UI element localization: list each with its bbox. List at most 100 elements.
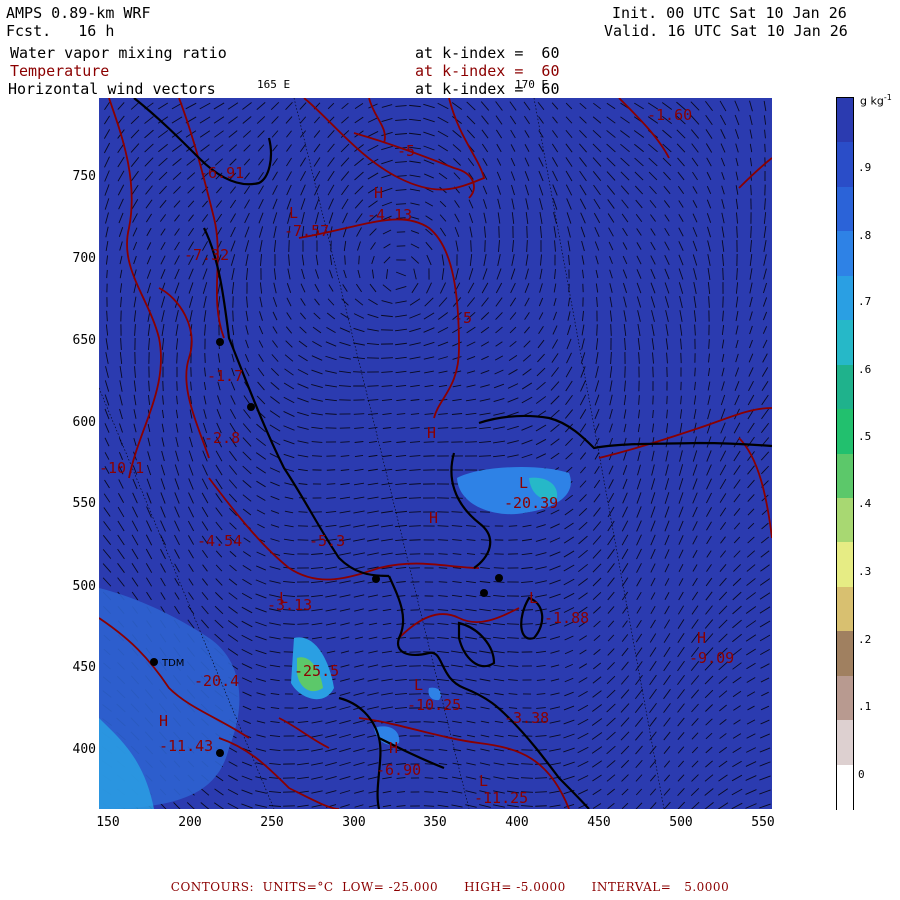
wind-vector [325,341,337,347]
wind-vector [227,788,239,796]
wind-vector [579,480,587,488]
wind-vector [215,186,223,194]
wind-vector [745,634,757,642]
wind-vector [732,747,742,753]
wind-vector [451,790,463,794]
wind-vector [452,734,462,738]
wind-vector [201,214,209,222]
wind-vector [693,310,697,322]
wind-vector [466,341,476,347]
extrema-marker: L [414,676,423,694]
wind-vector [174,520,180,532]
wind-vector [493,412,505,416]
wind-vector [242,451,252,461]
wind-vector [437,326,449,334]
wind-vector [663,674,671,686]
contour-label: -6.91 [199,164,244,182]
wind-vector [187,186,195,194]
wind-vector [507,734,519,738]
wind-vector [732,690,742,698]
wind-vector [243,395,251,405]
wind-vector [313,130,321,138]
wind-vector [664,478,670,490]
wind-vector [565,438,573,446]
wind-vector [592,130,602,138]
wind-vector [636,296,642,308]
wind-vector [708,353,710,363]
wind-vector [707,381,711,391]
wind-vector [663,200,671,208]
wind-vector [424,384,434,388]
wind-vector [665,423,669,433]
wind-vector [130,102,140,110]
wind-vector [270,510,280,514]
wind-vector [395,482,407,486]
wind-vector [357,241,361,251]
wind-vector [650,492,656,504]
wind-vector [746,662,756,670]
wind-vector [606,703,616,713]
wind-vector [465,776,477,780]
wind-vector [510,144,516,152]
wind-vector [759,803,771,809]
wind-vector [105,212,109,224]
wind-vector [563,775,575,781]
wind-vector [607,199,615,209]
wind-vector [395,342,407,346]
wind-vector [593,507,601,517]
wind-vector [550,452,560,460]
wind-vector [341,184,349,196]
wind-vector [311,553,323,555]
wind-vector [550,664,560,668]
wind-vector [381,173,393,179]
wind-vector [535,424,547,432]
wind-vector [606,185,616,195]
wind-vector [227,648,239,656]
wind-vector [353,524,365,528]
wind-vector [593,634,601,642]
wind-vector [185,102,197,110]
wind-vector [189,310,193,322]
wind-vector [521,425,533,431]
wind-vector [749,100,753,112]
wind-vector [228,578,238,586]
wind-vector [174,478,180,490]
wind-vector [242,130,252,138]
wind-vector [607,534,615,546]
wind-vector [437,804,449,808]
wind-vector [734,100,740,112]
wind-vector [354,157,364,167]
wind-vector [395,105,407,107]
wind-vector [536,381,546,391]
wind-vector [133,423,137,433]
wind-vector [368,441,378,443]
map-panel[interactable]: TDM -1.60 -6.91 -7.57 -4.13 -5 -5 -7.32 -1.7 -2.… [99,98,772,809]
wind-vector [578,592,588,600]
wind-vector [720,422,726,434]
wind-vector [327,157,335,167]
wind-vector [680,395,682,405]
wind-vector [509,101,517,111]
wind-vector [173,186,181,194]
wind-vector [133,437,137,447]
wind-vector [353,776,365,780]
wind-vector [678,535,684,545]
wind-vector [381,385,393,387]
wind-vector [396,427,406,429]
wind-vector [258,185,264,195]
wind-vector [298,468,308,472]
wind-vector [761,465,769,475]
wind-vector [148,380,150,392]
wind-vector [479,412,491,416]
wind-vector [606,157,616,167]
wind-vector [103,129,111,139]
wind-vector [325,748,337,752]
wind-vector [635,788,643,796]
wind-vector [745,620,757,628]
wind-vector [353,692,365,696]
wind-vector [270,538,280,542]
wind-vector [188,478,194,490]
wind-vector [704,633,714,643]
wind-vector [146,492,152,504]
wind-vector [480,326,490,334]
